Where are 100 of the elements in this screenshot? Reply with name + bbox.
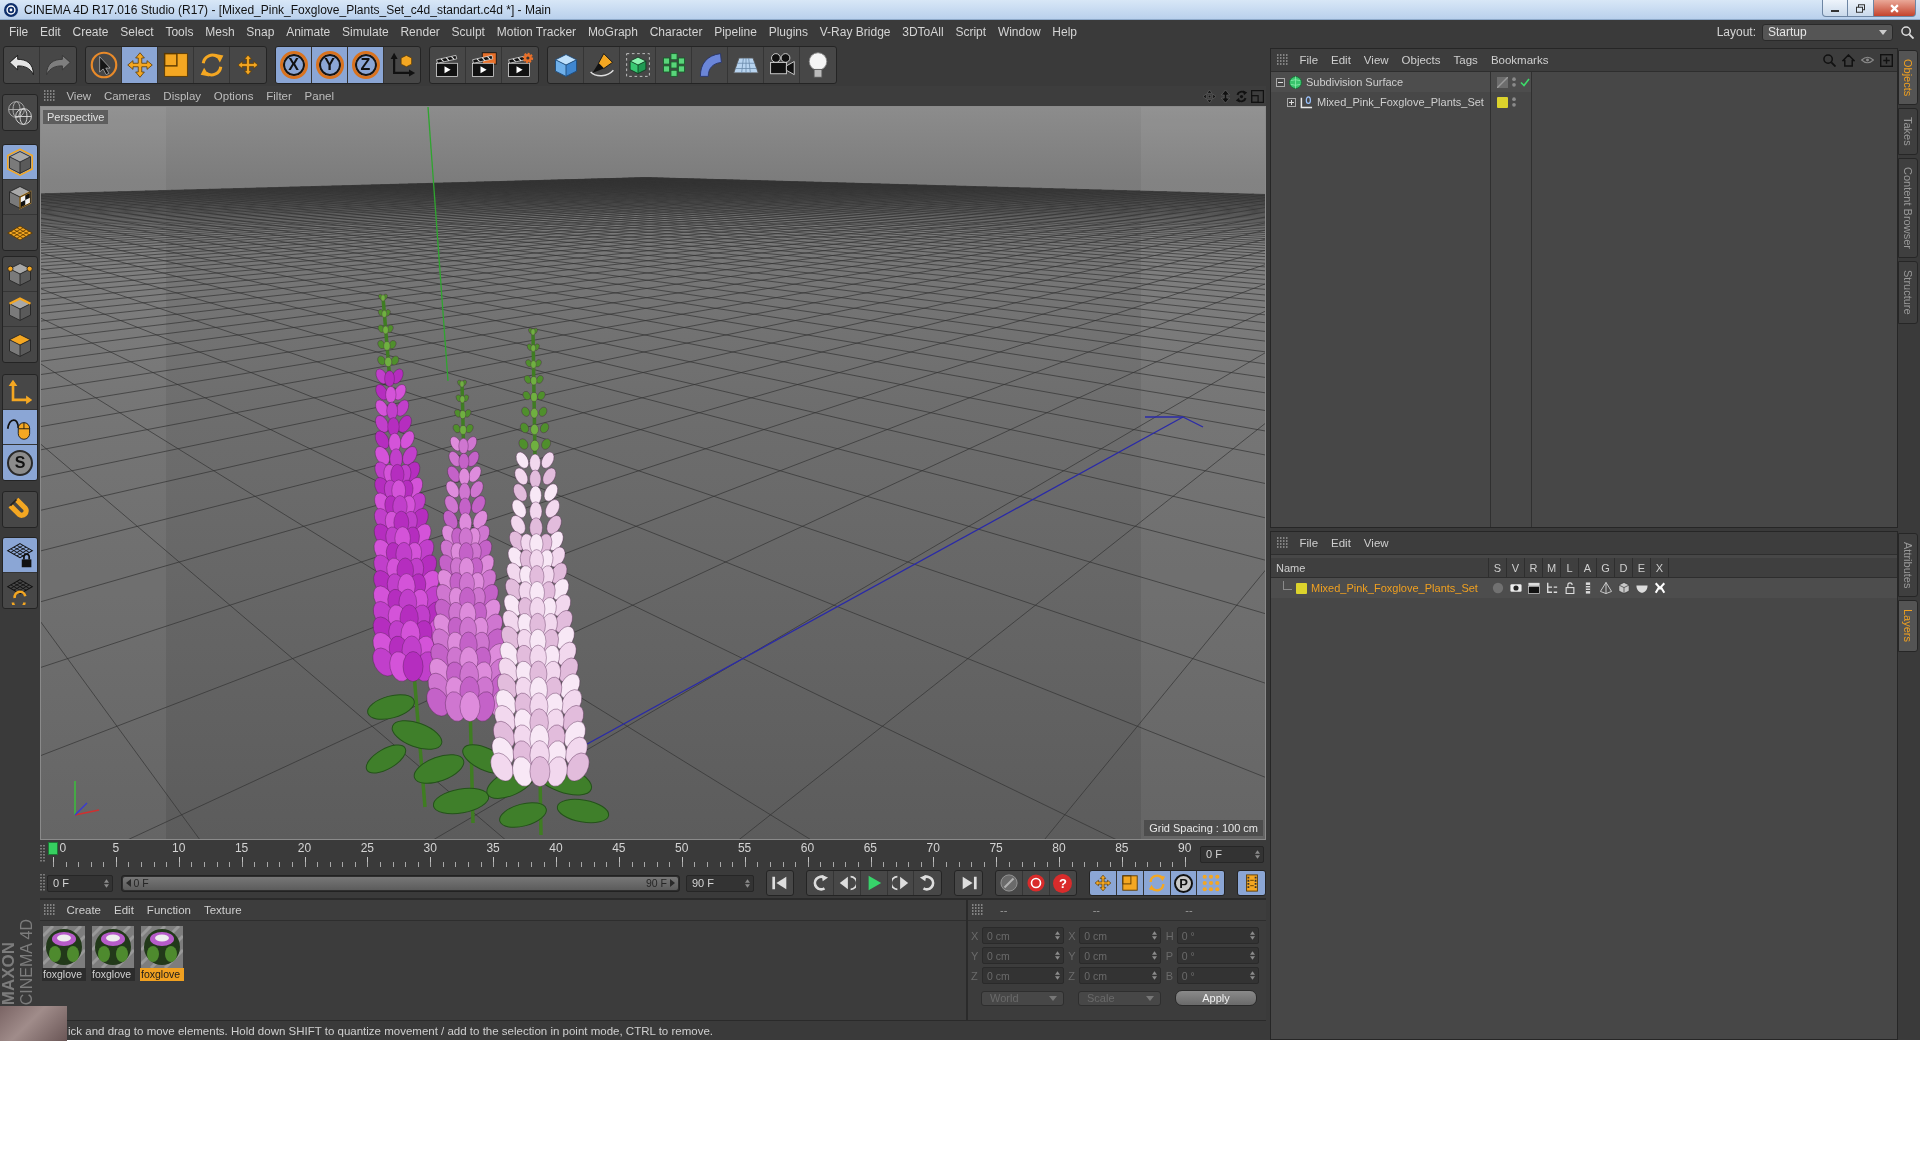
menu-item[interactable]: Sculpt — [445, 25, 491, 39]
y-axis-button[interactable]: Y — [312, 47, 348, 83]
menu-item[interactable]: View — [1357, 537, 1396, 549]
menu-item[interactable]: Filter — [259, 90, 299, 102]
menu-item[interactable]: Tags — [1447, 54, 1485, 66]
start-frame-field[interactable]: 0 F — [47, 874, 113, 892]
menu-item[interactable]: V-Ray Bridge — [813, 25, 897, 39]
menu-item[interactable]: File — [1293, 54, 1325, 66]
lock-workplane-button[interactable] — [3, 538, 37, 573]
menu-item[interactable]: View — [1357, 54, 1396, 66]
menu-item[interactable]: Edit — [107, 904, 141, 916]
layer-color-swatch[interactable] — [1497, 96, 1508, 108]
grip-icon[interactable] — [40, 845, 46, 863]
visibility-dots-icon[interactable] — [1512, 97, 1516, 107]
menu-item[interactable]: Snap — [240, 25, 281, 39]
position-key-button[interactable] — [1090, 871, 1118, 895]
grip-icon[interactable] — [44, 904, 56, 916]
side-tab[interactable]: Takes — [1898, 108, 1918, 156]
menu-item[interactable]: Motion Tracker — [490, 25, 582, 39]
restore-button[interactable] — [1848, 0, 1874, 17]
solo-dot-icon[interactable] — [1492, 582, 1504, 594]
z-axis-button[interactable]: Z — [348, 47, 384, 83]
grip-icon[interactable] — [40, 874, 46, 892]
menu-item[interactable]: Edit — [34, 25, 67, 39]
hierarchy-icon[interactable] — [1546, 582, 1558, 594]
menu-item[interactable]: Render — [394, 25, 446, 39]
menu-item[interactable]: Window — [992, 25, 1047, 39]
column-header[interactable]: D — [1615, 558, 1633, 577]
side-tab[interactable]: Objects — [1898, 50, 1918, 106]
lock-icon[interactable] — [1564, 582, 1576, 594]
menu-item[interactable]: Panel — [298, 90, 341, 102]
column-header[interactable]: E — [1633, 558, 1651, 577]
cross-mark-icon[interactable] — [1654, 582, 1666, 594]
menu-item[interactable]: Display — [156, 90, 208, 102]
scale-key-button[interactable] — [1117, 871, 1144, 895]
menu-item[interactable]: Edit — [1324, 54, 1358, 66]
end-frame-field[interactable]: 90 F — [686, 874, 754, 892]
x-axis-button[interactable]: X — [276, 47, 312, 83]
visibility-dots-icon[interactable] — [1512, 77, 1516, 87]
rotation-key-button[interactable] — [1143, 871, 1171, 895]
grip-icon[interactable] — [44, 90, 56, 102]
pyramid-icon[interactable] — [1600, 582, 1612, 594]
side-tab[interactable]: Content Browser — [1898, 158, 1918, 258]
layer-color-swatch[interactable] — [1296, 582, 1307, 594]
current-frame-field[interactable]: 0 F — [1200, 845, 1264, 863]
side-tab[interactable]: Layers — [1898, 600, 1918, 652]
menu-item[interactable]: Edit — [1324, 537, 1358, 549]
spinner-arrows-icon[interactable] — [744, 878, 750, 888]
column-header[interactable]: S — [1489, 558, 1507, 577]
menu-item[interactable]: Objects — [1395, 54, 1448, 66]
column-header[interactable]: M — [1543, 558, 1561, 577]
column-header[interactable]: R — [1525, 558, 1543, 577]
side-tab[interactable]: Attributes — [1898, 533, 1918, 598]
menu-item[interactable]: Help — [1046, 25, 1083, 39]
clapperboard-icon[interactable] — [1528, 582, 1540, 594]
menu-item[interactable]: Function — [140, 904, 198, 916]
menu-item[interactable]: Simulate — [336, 25, 395, 39]
column-header[interactable]: L — [1561, 558, 1579, 577]
timeline-button[interactable] — [1238, 871, 1265, 895]
menu-item[interactable]: Create — [60, 904, 108, 916]
camera-label[interactable]: Perspective — [43, 110, 109, 124]
plus-box-icon[interactable] — [1287, 97, 1296, 107]
grip-icon[interactable] — [1277, 54, 1289, 66]
column-header[interactable]: Name — [1271, 558, 1489, 577]
menu-item[interactable]: 3DToAll — [896, 25, 950, 39]
menu-item[interactable]: Tools — [159, 25, 200, 39]
check-icon[interactable] — [1520, 77, 1530, 87]
model-button[interactable] — [3, 145, 37, 180]
menu-item[interactable]: Character — [643, 25, 709, 39]
move-button[interactable] — [122, 47, 158, 83]
menu-item[interactable]: Plugins — [762, 25, 814, 39]
menu-item[interactable]: Texture — [197, 904, 249, 916]
left-triangle-icon[interactable] — [125, 879, 131, 887]
right-triangle-icon[interactable] — [670, 879, 675, 887]
spinner-arrows-icon[interactable] — [1255, 849, 1260, 859]
column-header[interactable]: X — [1651, 558, 1669, 577]
menu-item[interactable]: View — [60, 90, 98, 102]
point-key-button[interactable] — [1197, 871, 1225, 895]
cube-icon[interactable] — [1618, 582, 1630, 594]
menu-item[interactable]: Mesh — [199, 25, 241, 39]
column-header[interactable]: G — [1597, 558, 1615, 577]
menu-item[interactable]: File — [1293, 537, 1325, 549]
tweak-button[interactable] — [3, 410, 37, 445]
menu-item[interactable]: Options — [207, 90, 260, 102]
search-icon[interactable] — [1901, 25, 1914, 39]
layout-dropdown[interactable]: Startup — [1762, 23, 1893, 41]
menu-item[interactable]: Select — [114, 25, 160, 39]
playhead-marker[interactable] — [48, 842, 58, 855]
snap-button[interactable]: S — [3, 445, 37, 480]
minus-box-icon[interactable] — [1276, 77, 1285, 87]
viewport-3d-view[interactable]: Perspective Grid Spacing : 100 cm — [40, 106, 1266, 840]
column-header[interactable]: V — [1507, 558, 1525, 577]
object-name[interactable]: Mixed_Pink_Foxglove_Plants_Set — [1317, 96, 1484, 108]
no-layer-icon[interactable] — [1497, 76, 1508, 88]
bowl-icon[interactable] — [1636, 582, 1648, 594]
menu-item[interactable]: Script — [949, 25, 992, 39]
menu-item[interactable]: MoGraph — [582, 25, 644, 39]
menu-item[interactable]: Bookmarks — [1484, 54, 1555, 66]
menu-item[interactable]: Animate — [280, 25, 337, 39]
menu-item[interactable]: Create — [66, 25, 115, 39]
